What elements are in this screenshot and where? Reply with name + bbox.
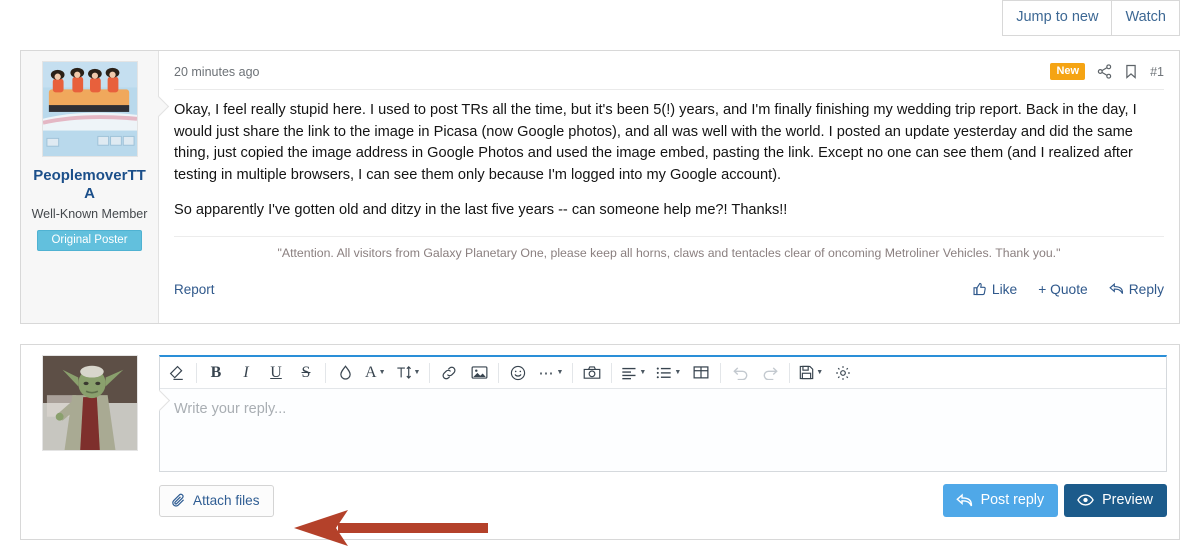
reply-user-sidebar [21,345,159,539]
font-size-icon[interactable]: ▼ [391,358,426,388]
chevron-down-icon: ▼ [556,369,564,376]
post-reply-label: Post reply [980,492,1045,508]
thread-action-buttons: Jump to new Watch [1002,0,1180,36]
reply-button[interactable]: Reply [1108,281,1164,297]
like-label: Like [991,281,1018,297]
post-footer: Report Like + Quote Reply [174,260,1164,309]
post-timestamp[interactable]: 20 minutes ago [174,65,259,79]
like-button[interactable]: Like [973,282,1017,297]
paperclip-icon [172,493,184,507]
post-reply-button[interactable]: Post reply [942,484,1059,517]
original-poster-badge[interactable]: Original Poster [37,230,142,251]
watch-button[interactable]: Watch [1112,0,1180,36]
toolbar-separator [325,362,326,383]
jump-to-new-button[interactable]: Jump to new [1002,0,1113,36]
new-badge[interactable]: New [1050,63,1086,80]
post-author-title: Well-Known Member [31,207,148,222]
rich-text-editor: B I U S A ▼ ▼ ⋯ ▼ ▼ ▼ ▼ Write your reply… [159,355,1167,472]
font-family-icon[interactable]: A ▼ [360,358,391,388]
link-icon[interactable] [434,358,464,388]
italic-icon[interactable]: I [231,358,261,388]
text-color-icon[interactable] [330,358,360,388]
reply-arrow-icon [955,493,972,506]
attach-files-label: Attach files [193,492,260,508]
toolbar-separator [429,362,431,383]
preview-button[interactable]: Preview [1064,484,1167,517]
post-footer-left: Report [174,282,215,297]
attach-files-button[interactable]: Attach files [159,484,274,517]
toolbar-separator [498,362,500,383]
text-align-icon[interactable]: ▼ [616,358,651,388]
reply-footer: Attach files Post reply Preview [159,472,1167,517]
reply-label: Reply [1128,281,1164,297]
preview-label: Preview [1102,492,1153,508]
chevron-down-icon: ▼ [639,369,647,376]
drafts-icon[interactable]: ▼ [794,358,828,388]
post-header-meta: New #1 [1050,63,1164,80]
chevron-down-icon: ▼ [413,369,421,376]
more-options-glyph: ⋯ [538,364,555,382]
settings-gear-icon[interactable] [828,358,858,388]
avatar[interactable] [42,355,138,451]
undo-icon[interactable] [725,358,755,388]
more-options-icon[interactable]: ⋯ ▼ [533,358,568,388]
avatar[interactable] [41,61,138,157]
yoda-avatar [43,356,137,450]
table-icon[interactable] [686,358,716,388]
quote-button[interactable]: + Quote [1038,282,1087,297]
forum-thread-page: Jump to new Watch PeoplemoverTTA Well-Kn… [0,0,1200,560]
post-user-sidebar: PeoplemoverTTA Well-Known Member Origina… [21,51,159,323]
chevron-down-icon: ▼ [816,369,824,376]
toolbar-separator [572,362,574,383]
toolbar-separator [196,362,197,383]
toolbar-separator [611,362,613,383]
smilies-icon[interactable] [503,358,533,388]
remove-formatting-icon[interactable] [162,358,192,388]
reply-editor-block: B I U S A ▼ ▼ ⋯ ▼ ▼ ▼ ▼ Write your reply… [20,344,1180,540]
reply-arrow-icon [1108,283,1123,295]
reply-action-buttons: Post reply Preview [942,484,1167,517]
redo-icon[interactable] [755,358,785,388]
font-family-glyph: A [365,363,377,381]
thread-toolbar: Jump to new Watch [0,0,1200,40]
post-message-body: Okay, I feel really stupid here. I used … [174,90,1164,260]
post-signature: "Attention. All visitors from Galaxy Pla… [174,235,1164,260]
share-icon[interactable] [1097,64,1112,79]
post-header: 20 minutes ago New #1 [174,63,1164,90]
list-icon[interactable]: ▼ [651,358,686,388]
post-paragraph: Okay, I feel really stupid here. I used … [174,102,1137,183]
reply-textarea[interactable]: Write your reply... [160,389,1166,471]
post-number[interactable]: #1 [1150,65,1164,79]
post-content-column: 20 minutes ago New #1 Okay, I feel reall… [159,51,1179,323]
chevron-down-icon: ▼ [378,368,386,376]
report-link[interactable]: Report [174,282,215,297]
post-footer-actions: Like + Quote Reply [973,282,1164,297]
strikethrough-icon[interactable]: S [291,358,321,388]
bold-icon[interactable]: B [201,358,231,388]
reply-editor-column: B I U S A ▼ ▼ ⋯ ▼ ▼ ▼ ▼ Write your reply… [159,345,1179,539]
underline-icon[interactable]: U [261,358,291,388]
editor-toolbar: B I U S A ▼ ▼ ⋯ ▼ ▼ ▼ ▼ [160,357,1166,389]
chevron-down-icon: ▼ [674,369,682,376]
eye-icon [1077,494,1094,506]
post-paragraph: So apparently I've gotten old and ditzy … [174,202,788,219]
post-author-name[interactable]: PeoplemoverTTA [29,167,150,202]
peoplemover-avatar [42,62,137,156]
media-icon[interactable] [577,358,607,388]
thumbs-up-icon [973,283,986,296]
image-icon[interactable] [464,358,494,388]
bookmark-icon[interactable] [1124,64,1138,79]
post-article: PeoplemoverTTA Well-Known Member Origina… [20,50,1180,324]
toolbar-separator [789,362,791,383]
toolbar-separator [720,362,722,383]
